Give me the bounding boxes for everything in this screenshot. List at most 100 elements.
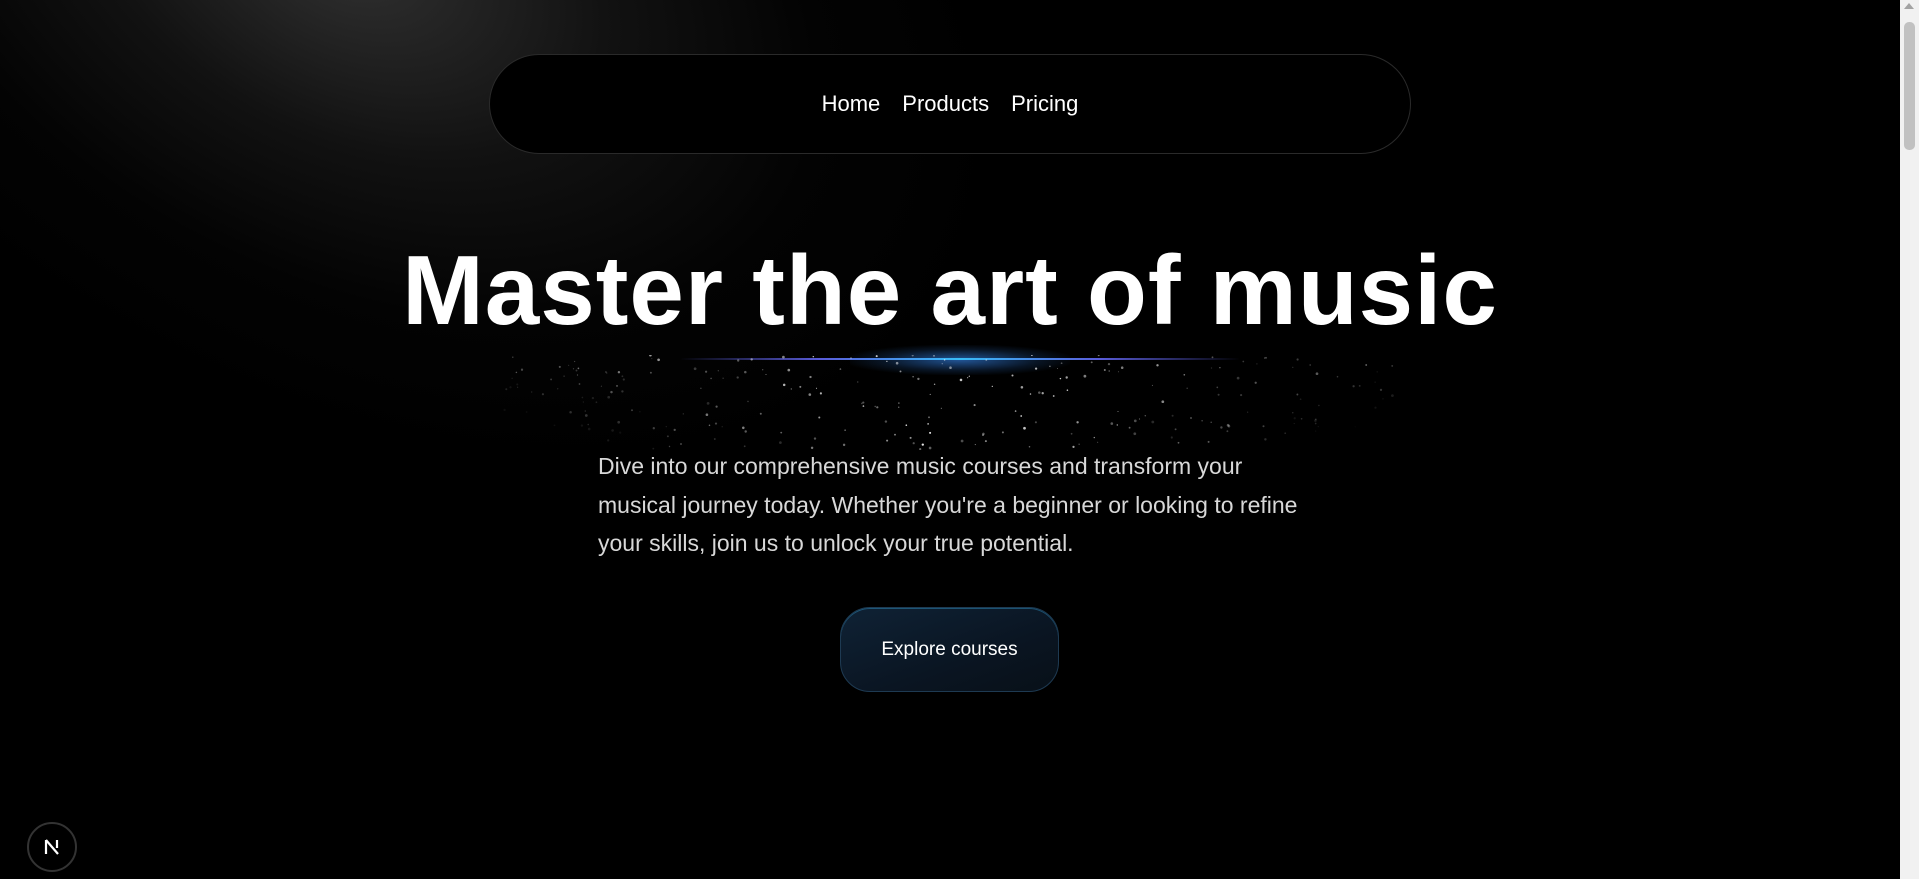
sparkle xyxy=(1296,358,1299,361)
sparkle xyxy=(1029,393,1032,395)
sparkle xyxy=(584,414,588,417)
sparkle xyxy=(1365,364,1368,366)
explore-courses-button[interactable]: Explore courses xyxy=(840,607,1059,692)
n-logo-icon xyxy=(44,839,59,855)
nav-item-home[interactable]: Home xyxy=(822,91,881,117)
sparkle xyxy=(1183,373,1186,376)
sparkle xyxy=(1355,426,1356,427)
sparkle xyxy=(744,430,747,433)
sparkle xyxy=(941,363,943,365)
nextjs-badge-icon[interactable] xyxy=(27,822,77,872)
sparkle xyxy=(742,426,745,430)
sparkle xyxy=(736,359,740,362)
sparkle xyxy=(605,372,608,374)
sparkle xyxy=(905,424,908,426)
sparkle xyxy=(1151,384,1153,386)
sparkle xyxy=(1317,425,1319,428)
sparkle xyxy=(1210,421,1212,423)
scroll-up-arrow-icon[interactable] xyxy=(1904,3,1914,9)
sparkle xyxy=(505,388,508,391)
sparkle xyxy=(759,412,762,415)
sparkle xyxy=(1023,426,1026,430)
sparkle xyxy=(1128,426,1131,429)
sparkle xyxy=(898,402,900,404)
sparkle xyxy=(1117,410,1119,413)
sparkle xyxy=(610,390,613,394)
sparkle xyxy=(1034,421,1037,424)
sparkle xyxy=(657,358,660,362)
sparkle xyxy=(1210,367,1213,369)
sparkle xyxy=(1211,356,1214,359)
sparkle xyxy=(886,439,889,442)
sparkle xyxy=(512,356,514,358)
sparkle xyxy=(516,386,519,388)
sparkle xyxy=(587,427,591,431)
sparkle xyxy=(563,375,565,377)
sparkle xyxy=(1103,369,1106,371)
sparkle xyxy=(706,402,710,405)
sparkle xyxy=(1174,428,1177,431)
sparkle xyxy=(704,370,708,373)
sparkle xyxy=(747,400,749,403)
sparkle xyxy=(722,377,724,379)
sparkle xyxy=(1133,419,1137,423)
sparkle xyxy=(1120,366,1124,369)
sparkle xyxy=(1265,356,1267,359)
sparkle xyxy=(813,437,817,440)
sparkle xyxy=(968,375,970,377)
sparkle xyxy=(967,377,969,379)
sparkle xyxy=(1247,411,1249,413)
sparkle xyxy=(1242,360,1245,363)
sparkle xyxy=(1078,443,1080,445)
sparkle xyxy=(842,443,846,447)
sparkle xyxy=(1314,422,1317,425)
scroll-thumb[interactable] xyxy=(1904,22,1915,150)
sparkle xyxy=(1262,425,1265,428)
sparkle xyxy=(1379,388,1383,392)
hero-title: Master the art of music xyxy=(402,235,1498,345)
sparkle xyxy=(717,370,719,372)
sparkle xyxy=(1156,364,1159,367)
sparkle xyxy=(1138,418,1141,420)
sparkle xyxy=(1293,417,1296,420)
sparkle xyxy=(1110,422,1114,425)
sparkle xyxy=(984,440,987,443)
sparkle xyxy=(736,376,739,379)
nav-item-pricing[interactable]: Pricing xyxy=(1011,91,1078,117)
sparkle xyxy=(1254,381,1257,384)
sparkle xyxy=(895,361,899,365)
sparkle xyxy=(1217,393,1220,396)
sparkle xyxy=(884,420,888,423)
sparkle xyxy=(898,406,900,408)
sparkle xyxy=(666,435,669,438)
nav-item-products[interactable]: Products xyxy=(902,91,989,117)
sparkle xyxy=(974,444,976,446)
sparkle xyxy=(762,369,764,371)
sparkle xyxy=(651,358,653,360)
sparkle xyxy=(912,442,915,445)
sparkle xyxy=(782,355,785,359)
sparkle xyxy=(509,386,512,389)
sparkle xyxy=(1226,430,1229,433)
vertical-scrollbar[interactable] xyxy=(1900,0,1919,879)
sparkle xyxy=(1108,370,1110,372)
sparkle xyxy=(1097,441,1099,443)
sparkle xyxy=(1264,438,1267,441)
sparkle xyxy=(1031,355,1033,356)
sparkle xyxy=(1020,386,1024,389)
sparkle xyxy=(929,393,931,395)
sparkle xyxy=(1171,414,1174,417)
sparkle xyxy=(511,377,513,379)
sparkle xyxy=(862,405,865,407)
sparkle xyxy=(639,411,641,413)
sparkle xyxy=(917,377,920,381)
sparkle xyxy=(1315,372,1319,376)
sparkle xyxy=(1216,386,1219,389)
sparkle xyxy=(652,427,655,430)
sparkle xyxy=(765,373,767,376)
sparkle xyxy=(572,368,575,370)
sparkle xyxy=(875,355,878,358)
sparkle xyxy=(985,359,988,361)
sparkle xyxy=(577,367,580,370)
sparkle xyxy=(617,420,621,424)
